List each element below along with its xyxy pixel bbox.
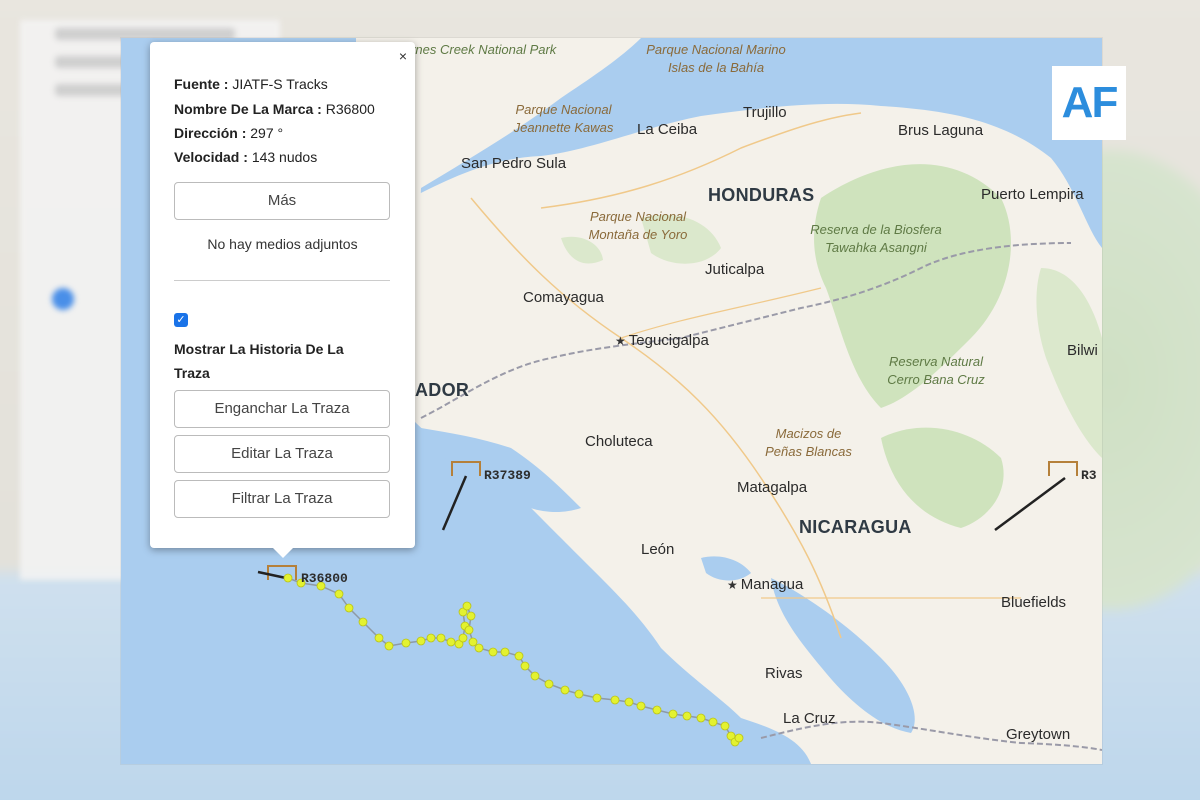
field-nombre-marca-value: R36800 — [325, 101, 375, 117]
track-label-r37389[interactable]: R37389 — [484, 468, 531, 483]
park-label-islas-bahia: Parque Nacional Marino Islas de la Bahía — [646, 42, 786, 75]
field-fuente-value: JIATF-S Tracks — [232, 76, 328, 92]
park-label-montana-yoro: Parque Nacional Montaña de Yoro — [588, 209, 688, 242]
edit-track-button[interactable]: Editar La Traza — [174, 435, 390, 473]
track-history-point[interactable] — [358, 617, 368, 627]
track-history-point[interactable] — [610, 695, 620, 705]
track-history-point[interactable] — [436, 633, 446, 643]
field-fuente: Fuente : JIATF-S Tracks — [174, 76, 328, 92]
field-velocidad-label: Velocidad : — [174, 149, 248, 165]
park-label-jeannette-kawas: Parque Nacional Jeannette Kawas — [513, 102, 614, 135]
track-history-point[interactable] — [464, 625, 474, 635]
track-history-point[interactable] — [592, 693, 602, 703]
park-label-paynes-creek: Paynes Creek National Park — [393, 42, 557, 57]
track-history-point[interactable] — [283, 573, 293, 583]
filter-track-button[interactable]: Filtrar La Traza — [174, 480, 390, 518]
close-icon[interactable]: × — [399, 48, 407, 64]
track-info-popup: × Fuente : JIATF-S Tracks Nombre De La M… — [150, 42, 415, 558]
track-history-point[interactable] — [734, 733, 744, 743]
country-label-honduras: HONDURAS — [708, 185, 815, 205]
track-label-r36800[interactable]: R36800 — [301, 571, 348, 586]
track-history-point[interactable] — [466, 611, 476, 621]
city-label-la-cruz: La Cruz — [783, 710, 836, 727]
track-history-point[interactable] — [708, 717, 718, 727]
show-history-checkbox[interactable]: ✓ — [174, 313, 188, 327]
city-label-trujillo: Trujillo — [743, 104, 787, 121]
track-history-point[interactable] — [560, 685, 570, 695]
city-label-greytown: Greytown — [1006, 726, 1071, 743]
country-label-nicaragua: NICARAGUA — [799, 517, 912, 537]
track-history-point[interactable] — [624, 697, 634, 707]
divider — [174, 280, 390, 281]
park-label-tawahka: Reserva de la Biosfera Tawahka Asangni — [810, 222, 942, 255]
city-label-tegucigalpa: Tegucigalpa — [615, 332, 709, 349]
track-history-point[interactable] — [668, 709, 678, 719]
track-label-east-partial[interactable]: R3 — [1081, 468, 1097, 483]
city-label-comayagua: Comayagua — [523, 289, 604, 306]
city-label-choluteca: Choluteca — [585, 433, 653, 450]
no-media-text: No hay medios adjuntos — [207, 236, 358, 252]
field-velocidad: Velocidad : 143 nudos — [174, 149, 317, 165]
track-history-point[interactable] — [500, 647, 510, 657]
field-fuente-label: Fuente : — [174, 76, 229, 92]
track-history-point[interactable] — [344, 603, 354, 613]
track-history-point[interactable] — [446, 637, 456, 647]
track-history-point[interactable] — [334, 589, 344, 599]
city-label-rivas: Rivas — [765, 665, 803, 682]
track-history-point[interactable] — [720, 721, 730, 731]
track-history-point[interactable] — [416, 636, 426, 646]
track-history-point[interactable] — [488, 647, 498, 657]
track-history-point[interactable] — [636, 701, 646, 711]
af-logo: AF — [1052, 66, 1126, 140]
track-history-point[interactable] — [544, 679, 554, 689]
park-label-bana-cruz: Reserva Natural Cerro Bana Cruz — [887, 354, 985, 387]
field-direccion-value: 297 ° — [250, 125, 284, 141]
popup-pointer — [273, 548, 293, 558]
track-history-point[interactable] — [462, 601, 472, 611]
city-label-san-pedro-sula: San Pedro Sula — [461, 155, 567, 172]
track-history-point[interactable] — [458, 633, 468, 643]
more-button[interactable]: Más — [174, 182, 390, 220]
hook-track-button[interactable]: Enganchar La Traza — [174, 390, 390, 428]
park-label-penas-blancas: Macizos de Peñas Blancas — [765, 426, 852, 459]
country-label-el-salvador-partial: ADOR — [415, 380, 470, 400]
field-direccion: Dirección : 297 ° — [174, 125, 283, 141]
field-nombre-marca: Nombre De La Marca : R36800 — [174, 101, 375, 117]
field-velocidad-value: 143 nudos — [251, 149, 318, 165]
track-history-point[interactable] — [468, 637, 478, 647]
city-label-leon: León — [641, 541, 675, 558]
track-history-point[interactable] — [696, 713, 706, 723]
track-history-point[interactable] — [401, 638, 411, 648]
city-label-brus-laguna: Brus Laguna — [898, 122, 984, 139]
track-history-point[interactable] — [384, 641, 394, 651]
track-history-point[interactable] — [514, 651, 524, 661]
show-history-label: Mostrar La Historia De La Traza — [174, 341, 344, 381]
track-history-point[interactable] — [520, 661, 530, 671]
field-nombre-marca-label: Nombre De La Marca : — [174, 101, 322, 117]
city-label-bilwi: Bilwi — [1067, 342, 1098, 359]
city-label-puerto-lempira: Puerto Lempira — [981, 186, 1084, 203]
track-history-point[interactable] — [530, 671, 540, 681]
track-history-point[interactable] — [574, 689, 584, 699]
city-label-juticalpa: Juticalpa — [705, 261, 765, 278]
track-history-point[interactable] — [426, 633, 436, 643]
city-label-bluefields: Bluefields — [1001, 594, 1067, 611]
track-history-point[interactable] — [652, 705, 662, 715]
city-label-managua: Managua — [727, 576, 804, 593]
field-direccion-label: Dirección : — [174, 125, 247, 141]
city-label-la-ceiba: La Ceiba — [637, 121, 698, 138]
track-history-point[interactable] — [682, 711, 692, 721]
city-label-matagalpa: Matagalpa — [737, 479, 808, 496]
track-history-point[interactable] — [474, 643, 484, 653]
track-history-point[interactable] — [374, 633, 384, 643]
